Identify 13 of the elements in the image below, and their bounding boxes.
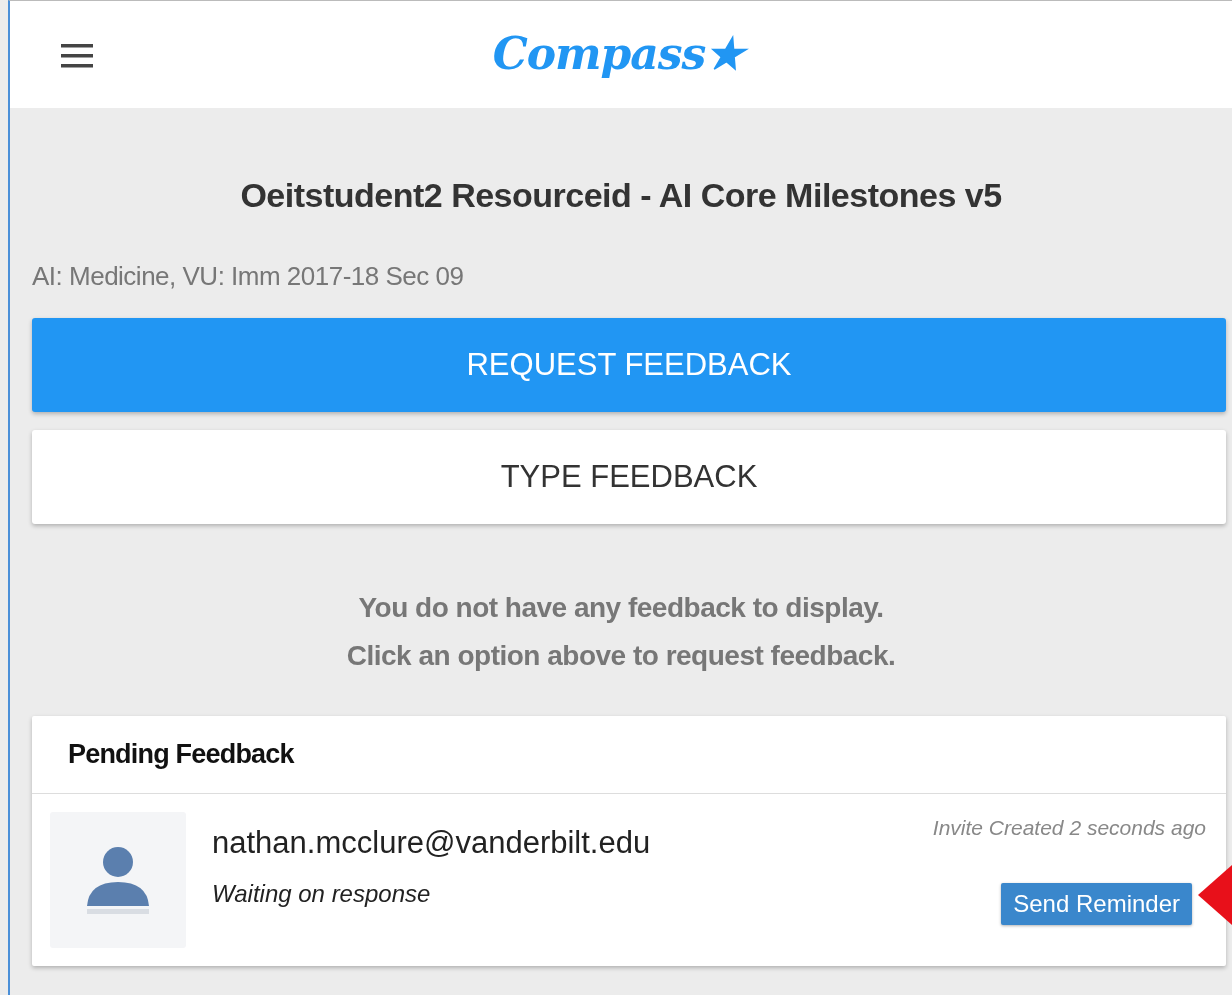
request-feedback-button[interactable]: REQUEST FEEDBACK bbox=[32, 318, 1226, 412]
logo: Compass★ bbox=[488, 18, 754, 91]
empty-message: Click an option above to request feedback. bbox=[345, 639, 897, 673]
invite-time: Invite Created 2 seconds ago bbox=[932, 814, 1206, 841]
response-status: Waiting on response bbox=[212, 879, 432, 909]
course-subtitle: AI: Medicine, VU: Imm 2017-18 Sec 09 bbox=[32, 260, 465, 293]
invitee-email: nathan.mcclure@vanderbilt.edu bbox=[212, 823, 652, 862]
card-title: Pending Feedback bbox=[32, 716, 1226, 794]
type-feedback-button[interactable]: TYPE FEEDBACK bbox=[32, 430, 1226, 524]
send-reminder-button[interactable]: Send Reminder bbox=[1001, 883, 1192, 925]
arrow-icon bbox=[1198, 865, 1232, 925]
page-title: Oeitstudent2 Resourceid - AI Core Milestones v5 bbox=[239, 175, 1003, 216]
empty-message: You do not have any feedback to display. bbox=[357, 591, 885, 625]
